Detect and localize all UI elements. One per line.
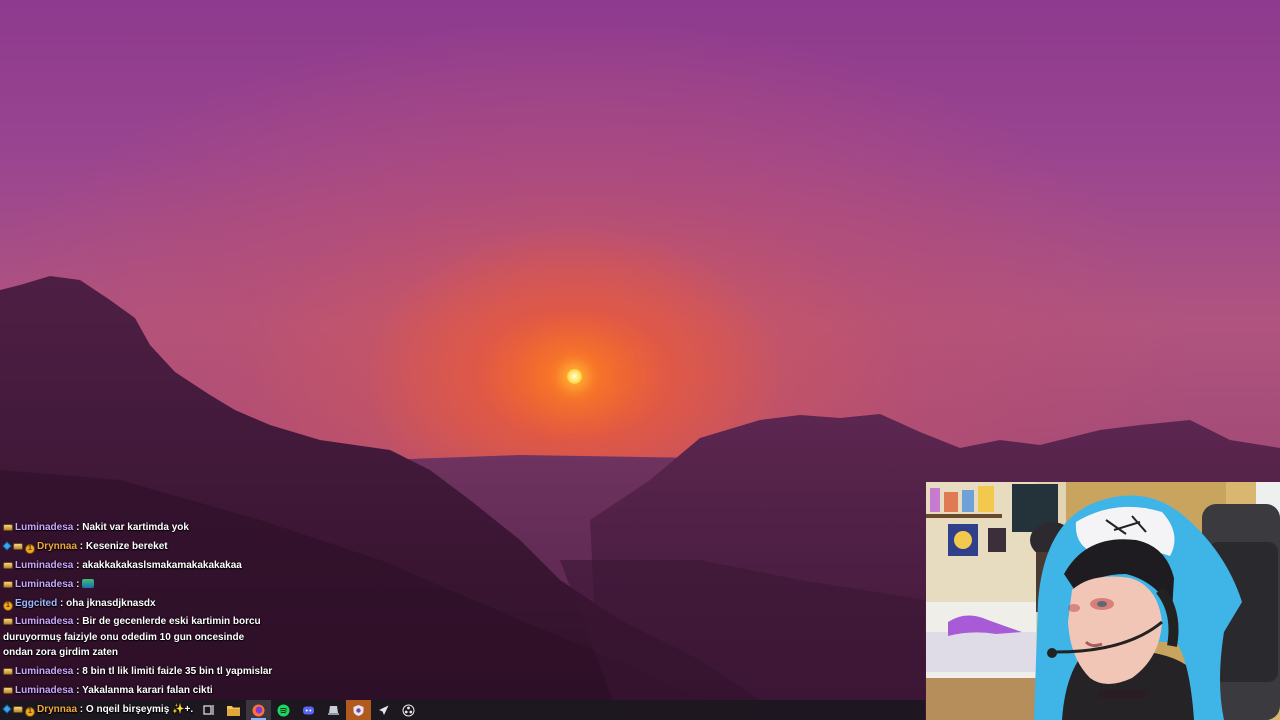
discord-button[interactable] (296, 700, 321, 720)
prime-badge-icon (2, 541, 12, 551)
chat-message: 1 Drynnaa : O nqeil birşeymiş ✨+. (2, 702, 194, 717)
chat-username: Luminadesa (15, 522, 74, 533)
chat-text: Nakit var kartimda yok (82, 522, 189, 533)
firefox-button[interactable] (246, 700, 271, 720)
subscriber-badge-icon (13, 706, 23, 713)
spotify-icon (277, 704, 290, 716)
subscriber-badge-icon (3, 668, 13, 676)
chat-message: Luminadesa : (3, 577, 275, 593)
task-view-icon (202, 705, 214, 715)
obs-icon (402, 704, 415, 716)
chat-username: Luminadesa (15, 666, 74, 678)
stream-chat-overlay: Luminadesa : Nakit var kartimda yok 1 Dry… (2, 520, 275, 702)
spotify-button[interactable] (271, 700, 296, 720)
app-icon (328, 706, 339, 715)
chat-message: Luminadesa : Bir de gecenlerde eski kart… (3, 616, 261, 659)
streaming-app-icon (353, 704, 364, 716)
chat-text: Yakalanma karari falan cikti (82, 685, 213, 697)
webcam-feed (926, 482, 1280, 720)
firefox-icon (252, 704, 265, 716)
prime-badge-icon (2, 704, 12, 714)
chat-message: 1 Eggcited : oha jknasdjknasdx (3, 596, 275, 612)
chat-text: oha jknasdjknasdx (66, 597, 156, 609)
chat-emote-icon (82, 578, 95, 588)
app-button[interactable] (321, 700, 346, 720)
streaming-app-button[interactable] (346, 700, 371, 720)
subscriber-badge-icon (13, 542, 23, 550)
chat-username: Drynnaa (37, 540, 78, 552)
bits-badge-icon: 1 (25, 707, 35, 717)
subscriber-badge-icon (3, 561, 13, 569)
chat-username: Luminadesa (15, 685, 74, 697)
chat-username: Drynnaa (37, 704, 78, 715)
chat-username: Luminadesa (15, 578, 74, 590)
discord-icon (303, 706, 314, 714)
chat-message: Luminadesa : Yakalanma karari falan cikt… (3, 683, 275, 699)
chat-username: Luminadesa (15, 559, 74, 571)
chat-text: Kesenize bereket (85, 540, 168, 552)
steam-button[interactable] (371, 700, 396, 720)
chat-username: Eggcited (15, 597, 58, 609)
chat-message: Luminadesa : 8 bin tl lik limiti faizle … (3, 664, 275, 680)
subscriber-badge-icon (3, 618, 13, 626)
chat-text: O nqeil birşeymiş ✨+. (85, 704, 194, 715)
taskbar-apps (196, 700, 421, 720)
chat-text: 8 bin tl lik limiti faizle 35 bin tl yap… (82, 666, 273, 678)
bits-badge-icon: 1 (25, 543, 35, 554)
file-explorer-button[interactable] (221, 700, 246, 720)
chat-message: Luminadesa : Nakit var kartimda yok (3, 520, 275, 536)
chat-message: 1 Drynnaa : Kesenize bereket (2, 539, 275, 555)
chat-message: Luminadesa : akakkakakaslsmakamakakakaka… (3, 558, 275, 574)
subscriber-badge-icon (3, 687, 13, 695)
obs-button[interactable] (396, 700, 421, 720)
steam-icon (379, 705, 389, 715)
chat-username: Luminadesa (15, 616, 74, 628)
file-explorer-icon (227, 705, 240, 716)
task-view-button[interactable] (196, 700, 221, 720)
subscriber-badge-icon (3, 524, 13, 531)
bits-badge-icon: 1 (3, 600, 13, 611)
subscriber-badge-icon (3, 580, 13, 588)
webcam-overlay (926, 482, 1280, 720)
chat-text: akakkakakaslsmakamakakakakaa (82, 559, 242, 571)
